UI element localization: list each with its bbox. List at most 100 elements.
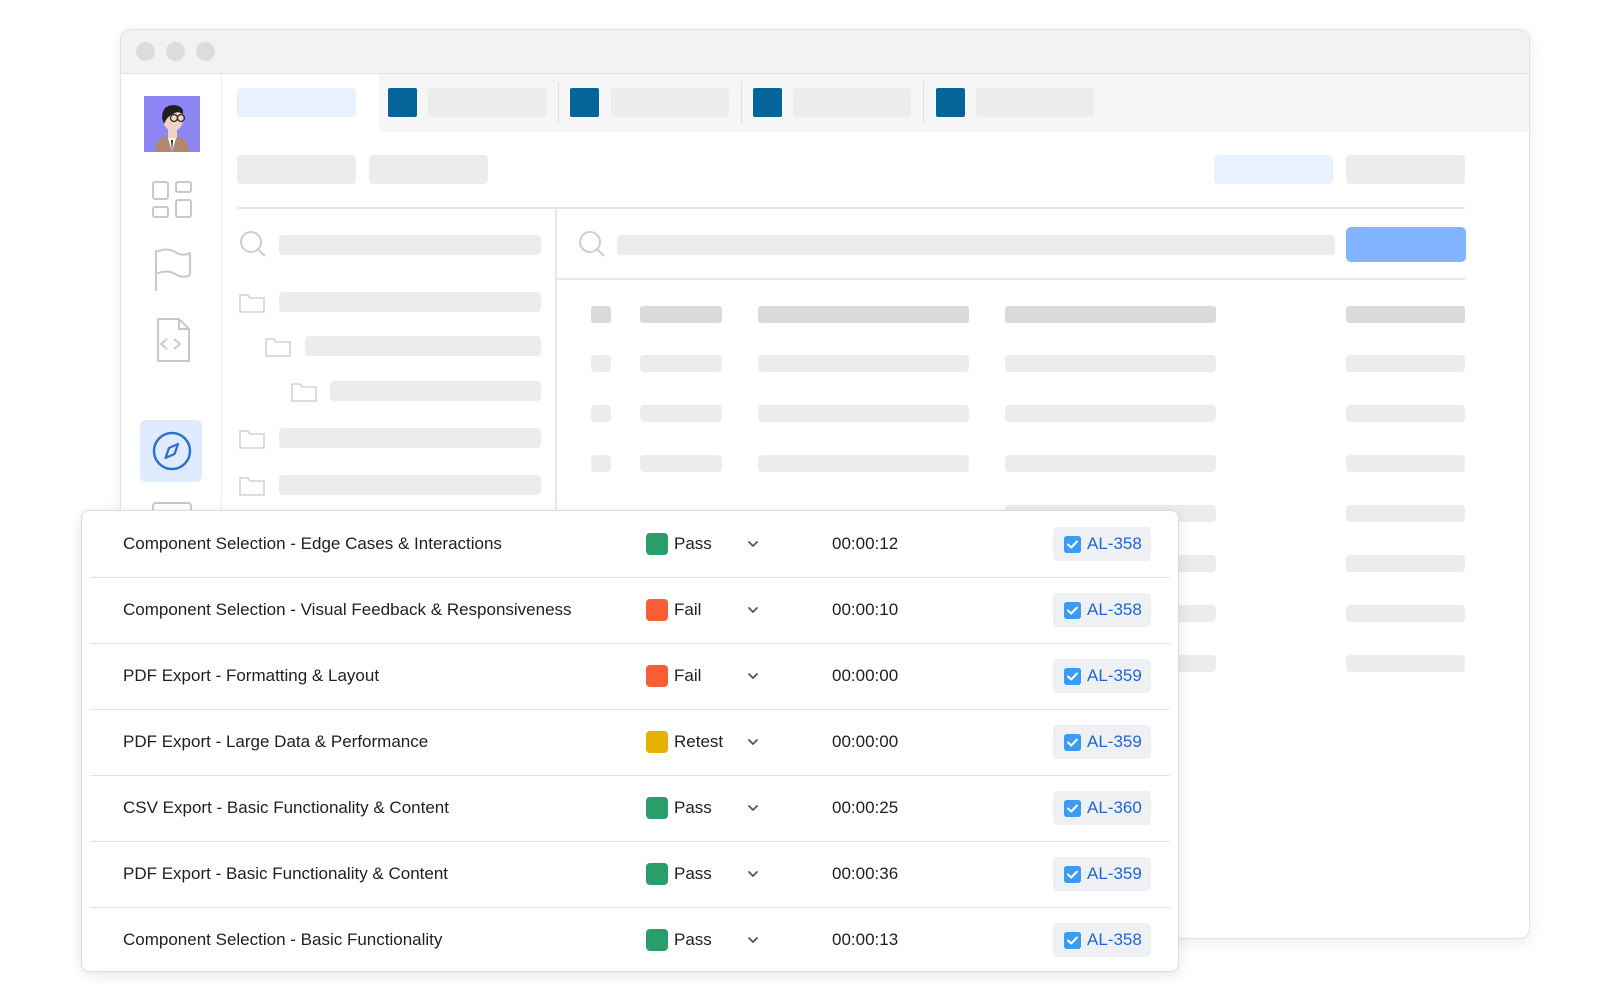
toolbar-button-placeholder[interactable] [1346,155,1465,184]
tab-strip [222,74,1529,132]
tab-3-label-placeholder[interactable] [793,88,911,117]
ticket-link[interactable]: AL-359 [1053,725,1151,759]
toolbar-primary-placeholder[interactable] [1214,155,1333,184]
ticket-link[interactable]: AL-360 [1053,791,1151,825]
duration: 00:00:00 [832,666,899,685]
row-checkbox-placeholder[interactable] [591,405,611,422]
cell-placeholder [1346,655,1465,672]
tab-2-label-placeholder[interactable] [611,88,729,117]
status-color-square [646,797,668,819]
tree-search-input-placeholder[interactable] [279,235,541,255]
title-bar [121,30,1529,74]
test-run-row[interactable]: CSV Export - Basic Functionality & Conte… [90,775,1170,842]
duration: 00:00:13 [832,930,899,949]
column-header-placeholder[interactable] [1346,306,1465,323]
test-name[interactable]: Component Selection - Edge Cases & Inter… [123,511,502,577]
code-file-icon[interactable] [147,315,197,365]
cell-placeholder [640,355,722,372]
test-run-row[interactable]: PDF Export - Basic Functionality & Conte… [90,841,1170,908]
table-search-input-placeholder[interactable] [617,235,1335,255]
checkbox-icon [1064,932,1081,949]
select-all-checkbox-placeholder[interactable] [591,306,611,323]
tab-2-icon[interactable] [570,88,599,117]
status-label: Fail [674,600,702,619]
test-name[interactable]: Component Selection - Basic Functionalit… [123,907,442,973]
row-checkbox-placeholder[interactable] [591,455,611,472]
status-label: Pass [674,864,712,883]
duration: 00:00:00 [832,732,899,751]
tree-item-placeholder[interactable] [305,336,541,356]
minimize-window-dot[interactable] [166,42,185,61]
compass-icon[interactable] [147,426,197,476]
ticket-link[interactable]: AL-359 [1053,659,1151,693]
cell-placeholder [1346,455,1465,472]
folder-icon [239,477,265,496]
chevron-down-icon[interactable] [746,933,760,947]
avatar[interactable] [144,96,200,152]
chevron-down-icon[interactable] [746,603,760,617]
tree-item-placeholder[interactable] [279,292,541,312]
tab-active[interactable] [222,74,379,132]
tab-4-icon[interactable] [936,88,965,117]
status-label: Retest [674,732,724,751]
cell-placeholder [1346,355,1465,372]
tree-item-placeholder[interactable] [330,381,541,401]
test-run-row[interactable]: Component Selection - Edge Cases & Inter… [90,511,1170,578]
tab-1-icon[interactable] [388,88,417,117]
toolbar-button-placeholder[interactable] [237,155,356,184]
column-header-placeholder[interactable] [1005,306,1216,323]
test-name[interactable]: PDF Export - Basic Functionality & Conte… [123,841,448,907]
cell-placeholder [1005,405,1216,422]
dashboard-icon[interactable] [147,176,197,226]
chevron-down-icon[interactable] [746,669,760,683]
checkbox-icon [1064,800,1081,817]
checkbox-icon [1064,602,1081,619]
status-color-square [646,665,668,687]
chevron-down-icon[interactable] [746,537,760,551]
tab-3-icon[interactable] [753,88,782,117]
chevron-down-icon[interactable] [746,867,760,881]
ticket-link[interactable]: AL-358 [1053,923,1151,957]
status-label: Fail [674,666,702,685]
checkbox-icon [1064,734,1081,751]
test-name[interactable]: PDF Export - Formatting & Layout [123,643,379,709]
column-header-placeholder[interactable] [640,306,722,323]
test-name[interactable]: CSV Export - Basic Functionality & Conte… [123,775,449,841]
ticket-link[interactable]: AL-358 [1053,593,1151,627]
tab-4-label-placeholder[interactable] [976,88,1094,117]
test-name[interactable]: PDF Export - Large Data & Performance [123,709,428,775]
tree-item-placeholder[interactable] [279,428,541,448]
primary-action-button[interactable] [1346,227,1466,262]
folder-icon [239,430,265,449]
ticket-link[interactable]: AL-358 [1053,527,1151,561]
checkbox-icon [1064,668,1081,685]
status-color-square [646,863,668,885]
maximize-window-dot[interactable] [196,42,215,61]
chevron-down-icon[interactable] [746,801,760,815]
cell-placeholder [640,405,722,422]
test-name[interactable]: Component Selection - Visual Feedback & … [123,577,572,643]
tab-active-label-placeholder [237,88,356,117]
cell-placeholder [1346,505,1465,522]
cell-placeholder [640,455,722,472]
test-run-row[interactable]: Component Selection - Visual Feedback & … [90,577,1170,644]
tab-separator [923,82,924,124]
ticket-id: AL-358 [1087,534,1142,553]
status-color-square [646,929,668,951]
close-window-dot[interactable] [136,42,155,61]
divider [557,278,1465,280]
flag-icon[interactable] [147,245,197,295]
ticket-link[interactable]: AL-359 [1053,857,1151,891]
test-run-row[interactable]: Component Selection - Basic Functionalit… [90,907,1170,973]
test-run-row[interactable]: PDF Export - Large Data & Performance Re… [90,709,1170,776]
column-header-placeholder[interactable] [758,306,969,323]
toolbar-button-placeholder[interactable] [369,155,488,184]
tab-1-label-placeholder[interactable] [428,88,546,117]
duration: 00:00:12 [832,534,899,553]
ticket-id: AL-358 [1087,600,1142,619]
tree-item-placeholder[interactable] [279,475,541,495]
test-run-row[interactable]: PDF Export - Formatting & Layout Fail 00… [90,643,1170,710]
chevron-down-icon[interactable] [746,735,760,749]
row-checkbox-placeholder[interactable] [591,355,611,372]
tab-separator [558,82,559,124]
